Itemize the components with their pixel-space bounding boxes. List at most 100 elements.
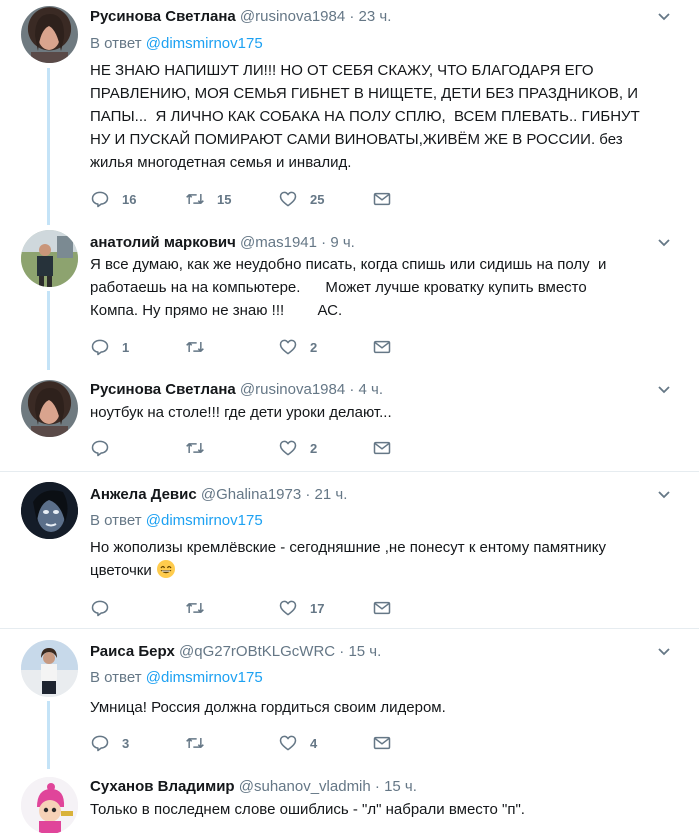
like-button[interactable]: 25 — [278, 187, 324, 211]
author-name[interactable]: анатолий маркович — [90, 234, 236, 251]
reply-count: 3 — [122, 735, 130, 751]
timestamp[interactable]: 4 ч. — [359, 381, 384, 398]
author-name[interactable]: Русинова Светлана — [90, 381, 236, 398]
envelope-icon — [373, 340, 391, 354]
avatar[interactable] — [21, 640, 78, 697]
envelope-icon — [373, 192, 391, 206]
action-bar: 2 — [90, 436, 400, 460]
reply-context: В ответ @dimsmirnov175 — [90, 669, 263, 686]
tweet-text: НЕ ЗНАЮ НАПИШУТ ЛИ!!! НО ОТ СЕБЯ СКАЖУ, … — [90, 62, 640, 171]
dm-button[interactable] — [372, 731, 392, 755]
action-bar: 1 2 — [90, 335, 400, 359]
author-handle[interactable]: @Ghalina1973 — [201, 486, 301, 503]
like-count: 17 — [310, 600, 325, 616]
reply-button[interactable] — [90, 436, 122, 460]
timestamp[interactable]: 21 ч. — [315, 486, 348, 503]
envelope-icon — [373, 441, 391, 455]
avatar[interactable] — [21, 380, 78, 437]
retweet-button[interactable] — [185, 596, 217, 620]
reply-context: В ответ @dimsmirnov175 — [90, 512, 263, 529]
reply-to-link[interactable]: @dimsmirnov175 — [146, 669, 263, 686]
author-name[interactable]: Русинова Светлана — [90, 8, 236, 25]
avatar[interactable] — [21, 6, 78, 63]
heart-icon — [279, 600, 297, 616]
tweet-text: Я все думаю, как же неудобно писать, ког… — [90, 256, 607, 319]
retweet-icon — [186, 738, 204, 748]
timestamp[interactable]: 15 ч. — [348, 643, 381, 660]
reply-button[interactable]: 3 — [90, 731, 129, 755]
tweet[interactable]: Раиса Берх @qG27rOBtKLGcWRC · 15 ч. В от… — [0, 629, 699, 769]
reply-button[interactable]: 16 — [90, 187, 136, 211]
heart-icon — [279, 191, 297, 207]
like-count: 4 — [310, 735, 318, 751]
like-button[interactable]: 2 — [278, 335, 317, 359]
tweet[interactable]: Анжела Девис @Ghalina1973 · 21 ч. В отве… — [0, 472, 699, 628]
author-handle[interactable]: @suhanov_vladmih — [239, 778, 371, 795]
avatar[interactable] — [21, 777, 78, 833]
reply-icon — [91, 191, 109, 208]
like-button[interactable]: 2 — [278, 436, 317, 460]
dm-button[interactable] — [372, 187, 392, 211]
reply-button[interactable] — [90, 596, 122, 620]
reply-prefix: В ответ — [90, 35, 142, 52]
author-name[interactable]: Раиса Берх — [90, 643, 175, 660]
chevron-down-icon[interactable] — [657, 10, 671, 24]
separator-dot: · — [349, 8, 355, 25]
author-handle[interactable]: @rusinova1984 — [240, 8, 345, 25]
separator-dot: · — [374, 778, 380, 795]
thread-line — [47, 68, 50, 225]
reply-button[interactable]: 1 — [90, 335, 129, 359]
retweet-button[interactable] — [185, 436, 217, 460]
reply-count: 16 — [122, 191, 137, 207]
like-count: 25 — [310, 191, 325, 207]
reply-context: В ответ @dimsmirnov175 — [90, 35, 263, 52]
thread-line — [47, 701, 50, 769]
timestamp[interactable]: 23 ч. — [359, 8, 392, 25]
tweet[interactable]: анатолий маркович @mas1941 · 9 ч. Я все … — [0, 225, 699, 370]
like-button[interactable]: 17 — [278, 596, 324, 620]
dm-button[interactable] — [372, 436, 392, 460]
retweet-icon — [186, 443, 204, 453]
action-bar: 16 15 25 — [90, 187, 400, 211]
reply-to-link[interactable]: @dimsmirnov175 — [146, 35, 263, 52]
like-button[interactable]: 4 — [278, 731, 317, 755]
tweet-header: Суханов Владимир @suhanov_vladmih · 15 ч… — [90, 778, 417, 795]
dm-button[interactable] — [372, 596, 392, 620]
like-count: 2 — [310, 339, 318, 355]
retweet-button[interactable]: 15 — [185, 187, 231, 211]
chevron-down-icon[interactable] — [657, 236, 671, 250]
reply-to-link[interactable]: @dimsmirnov175 — [146, 512, 263, 529]
avatar[interactable] — [21, 230, 78, 287]
tweet[interactable]: Суханов Владимир @suhanov_vladmih · 15 ч… — [0, 769, 699, 833]
author-handle[interactable]: @mas1941 — [240, 234, 317, 251]
chevron-down-icon[interactable] — [657, 488, 671, 502]
tweet[interactable]: Русинова Светлана @rusinova1984 · 4 ч. н… — [0, 370, 699, 471]
author-name[interactable]: Суханов Владимир — [90, 778, 235, 795]
reply-icon — [91, 735, 109, 752]
chevron-down-icon[interactable] — [657, 383, 671, 397]
tweet-header: Раиса Берх @qG27rOBtKLGcWRC · 15 ч. — [90, 643, 381, 660]
separator-dot: · — [339, 643, 345, 660]
action-bar: 3 4 — [90, 731, 400, 755]
retweet-button[interactable] — [185, 335, 217, 359]
timestamp[interactable]: 15 ч. — [384, 778, 417, 795]
retweet-icon — [186, 603, 204, 613]
reply-count: 1 — [122, 339, 130, 355]
dm-button[interactable] — [372, 335, 392, 359]
tweet[interactable]: Русинова Светлана @rusinova1984 · 23 ч. … — [0, 0, 699, 225]
author-handle[interactable]: @rusinova1984 — [240, 381, 345, 398]
separator-dot: · — [349, 381, 355, 398]
avatar[interactable] — [21, 482, 78, 539]
thread-line — [47, 291, 50, 370]
timestamp[interactable]: 9 ч. — [330, 234, 355, 251]
author-name[interactable]: Анжела Девис — [90, 486, 197, 503]
author-handle[interactable]: @qG27rOBtKLGcWRC — [179, 643, 335, 660]
separator-dot: · — [305, 486, 311, 503]
separator-dot: · — [321, 234, 327, 251]
tweet-text: Умница! Россия должна гордиться своим ли… — [90, 699, 446, 716]
tweet-text: ноутбук на столе!!! где дети уроки делаю… — [90, 404, 392, 421]
retweet-button[interactable] — [185, 731, 217, 755]
chevron-down-icon[interactable] — [657, 645, 671, 659]
reply-prefix: В ответ — [90, 512, 142, 529]
heart-icon — [279, 440, 297, 456]
